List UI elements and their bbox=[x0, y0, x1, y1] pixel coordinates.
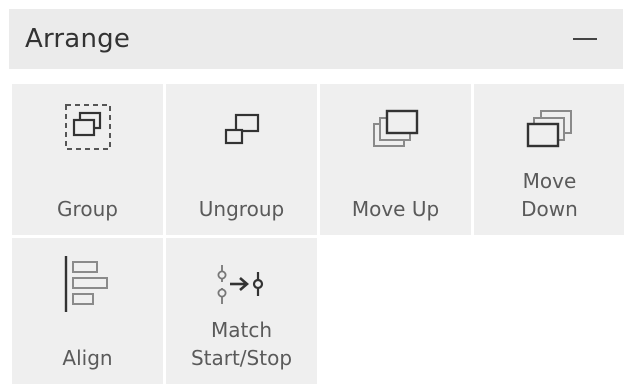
match-start-stop-label: Match Start/Stop bbox=[190, 318, 293, 370]
match-start-stop-button[interactable]: Match Start/Stop bbox=[166, 238, 317, 384]
arrange-tools-grid: Group Ungroup Move Up Move Down Align Ma… bbox=[12, 84, 624, 384]
align-label: Align bbox=[62, 346, 113, 370]
move-down-label: Move Down bbox=[521, 169, 578, 221]
group-label: Group bbox=[57, 197, 118, 221]
collapse-button[interactable] bbox=[571, 25, 599, 53]
move-down-button[interactable]: Move Down bbox=[474, 84, 624, 235]
ungroup-button[interactable]: Ungroup bbox=[166, 84, 317, 235]
empty-cell bbox=[474, 238, 624, 384]
empty-cell bbox=[320, 238, 471, 384]
align-button[interactable]: Align bbox=[12, 238, 163, 384]
match-start-stop-icon bbox=[217, 265, 263, 304]
move-up-label: Move Up bbox=[351, 197, 440, 221]
align-icon bbox=[64, 256, 108, 312]
panel-header: Arrange bbox=[9, 9, 623, 69]
move-up-button[interactable]: Move Up bbox=[320, 84, 471, 235]
ungroup-label: Ungroup bbox=[198, 197, 285, 221]
panel-title: Arrange bbox=[25, 24, 131, 54]
ungroup-icon bbox=[224, 113, 259, 145]
move-down-icon bbox=[526, 110, 572, 148]
group-button[interactable]: Group bbox=[12, 84, 163, 235]
move-up-icon bbox=[372, 109, 418, 147]
group-icon bbox=[64, 104, 111, 150]
